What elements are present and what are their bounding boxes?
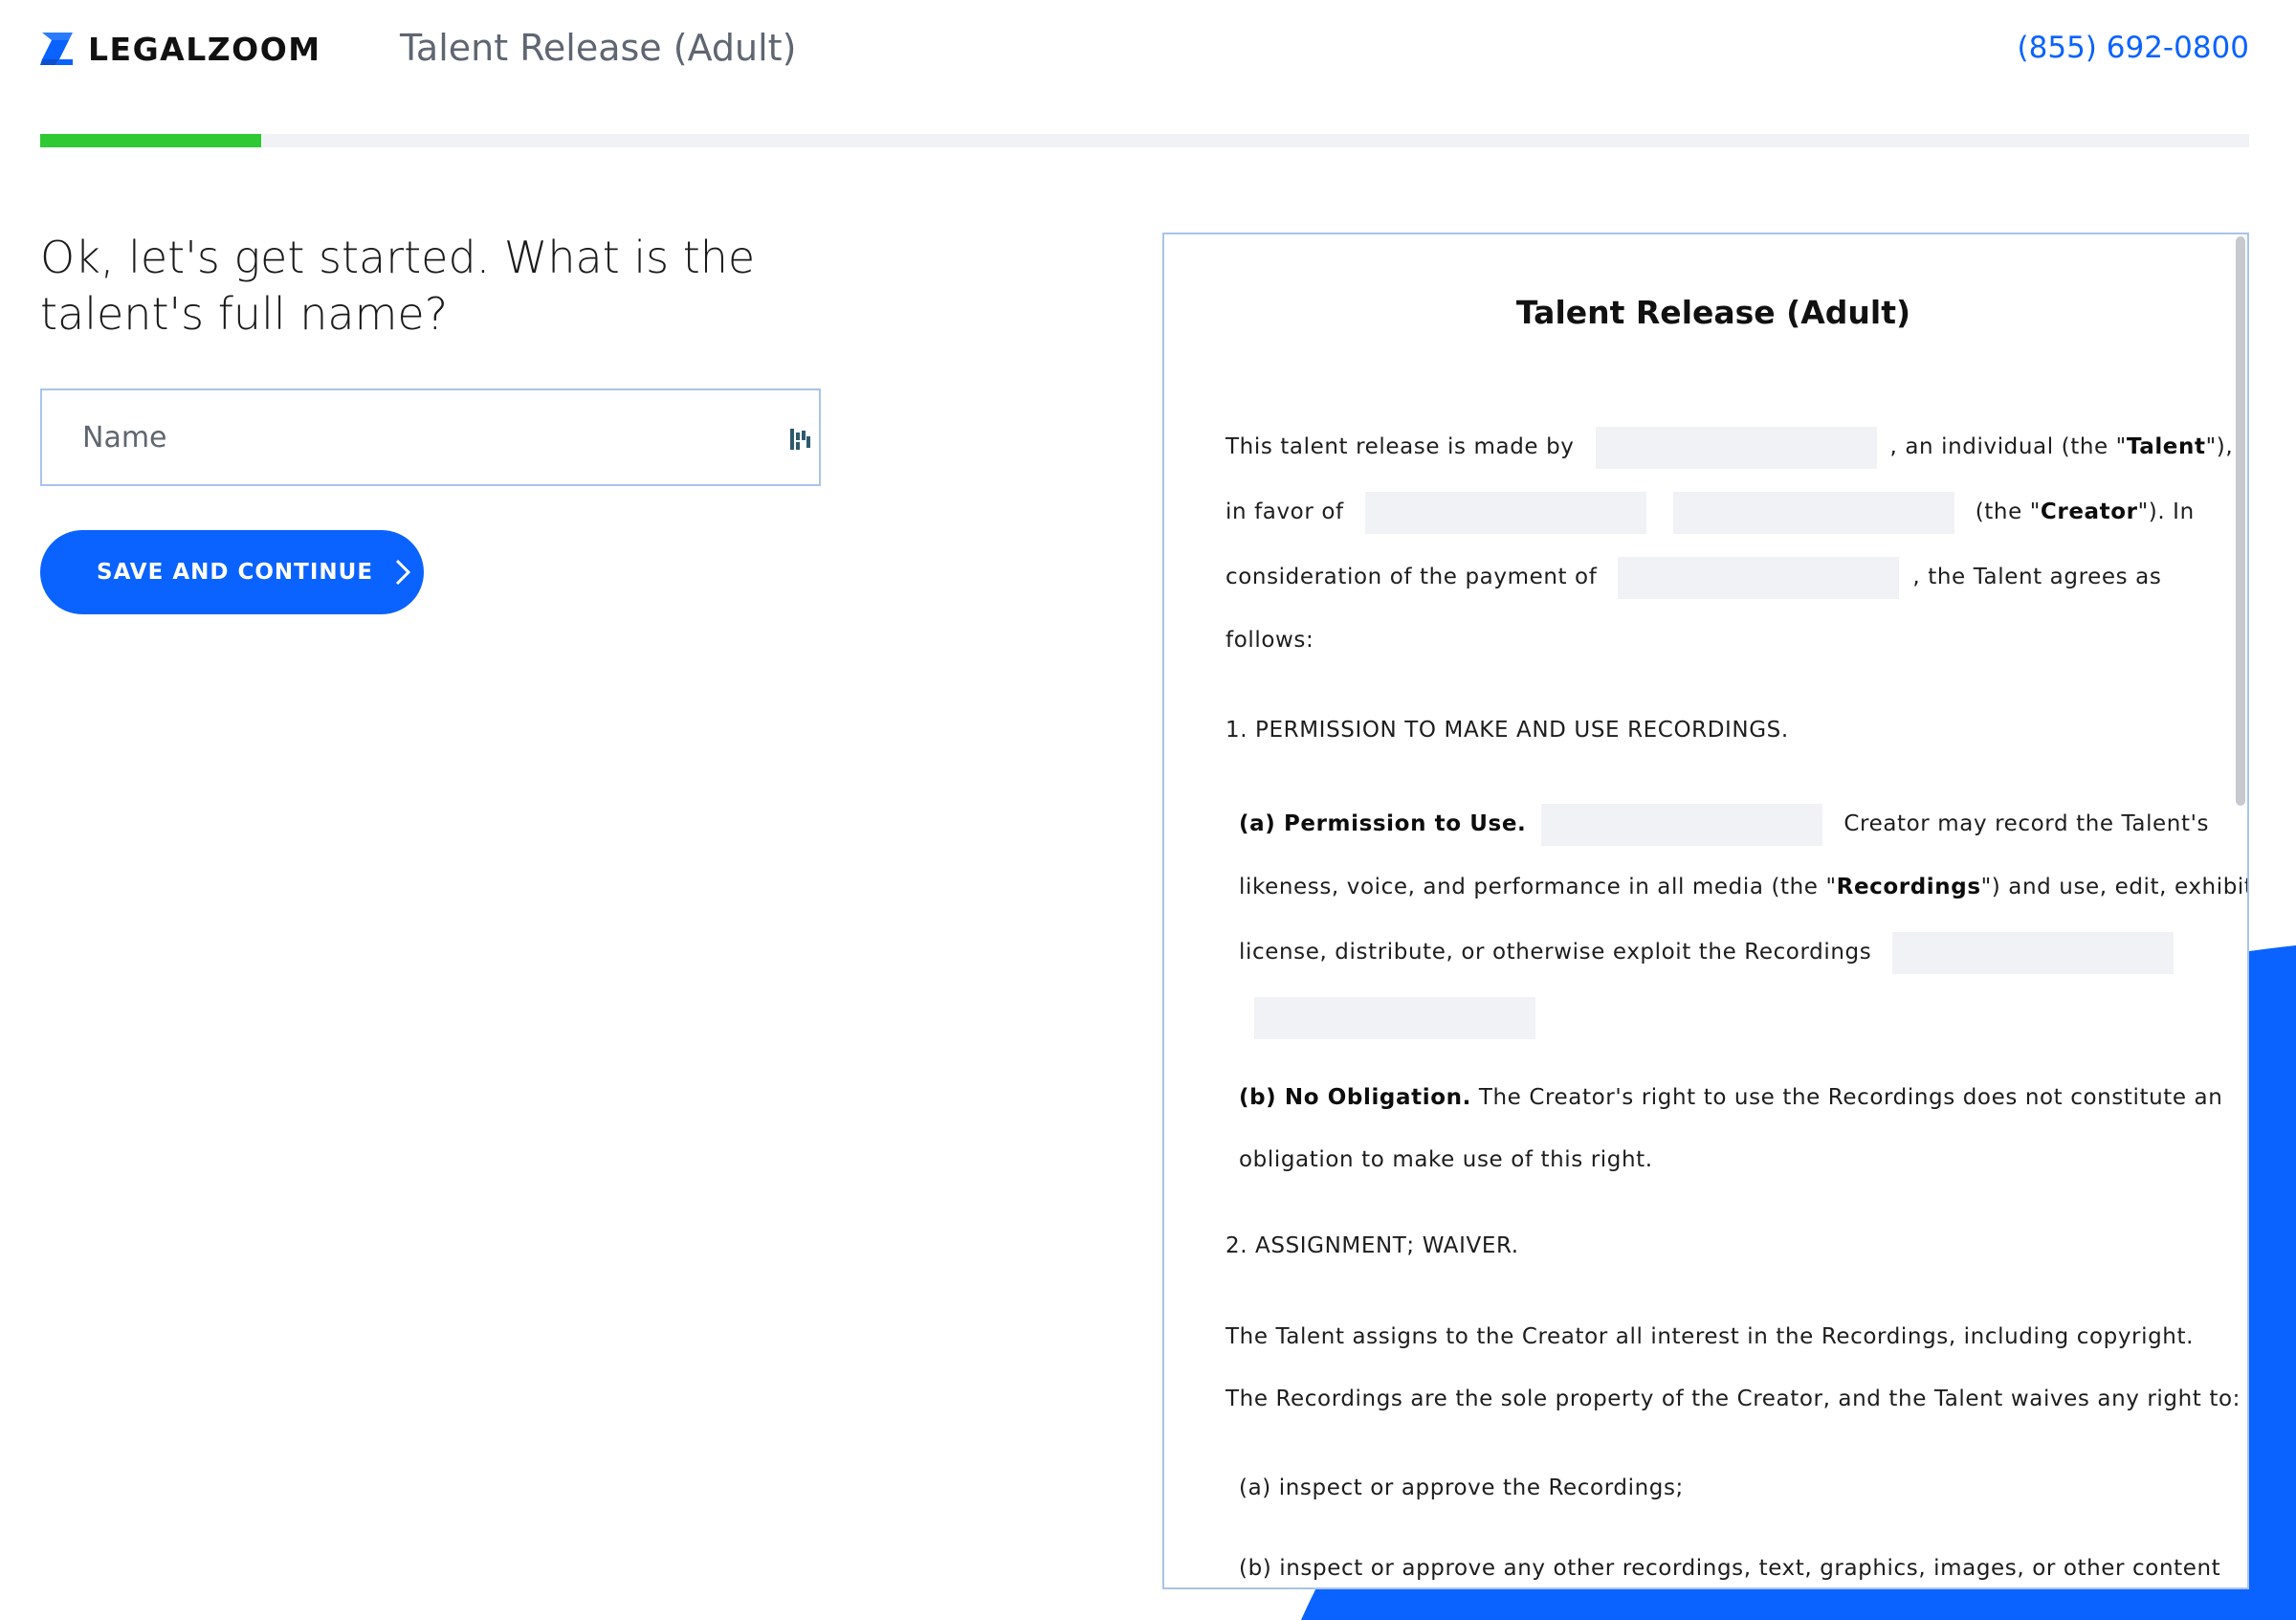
- logo[interactable]: LEGALZOOM: [40, 29, 321, 69]
- section2a: (a) inspect or approve the Recordings;: [1239, 1476, 1684, 1500]
- term-recordings: Recordings: [1836, 875, 1981, 899]
- text: , an individual (the ": [1889, 434, 2127, 459]
- section1a-line2: likeness, voice, and performance in all …: [1239, 866, 2249, 908]
- phone-link[interactable]: (855) 692-0800: [2018, 31, 2249, 65]
- section1a-line1: (a) Permission to Use. Creator may record…: [1239, 803, 2210, 846]
- blank-creator-name[interactable]: [1364, 491, 1646, 534]
- blank-creator-address[interactable]: [1672, 491, 1954, 534]
- section1b-line2: obligation to make use of this right.: [1239, 1147, 1653, 1172]
- page: LEGALZOOM Talent Release (Adult) (855) 6…: [0, 0, 2296, 1620]
- para1-line4: follows:: [1225, 628, 1314, 653]
- text: (the ": [1975, 499, 2041, 524]
- save-and-continue-button[interactable]: SAVE AND CONTINUE: [40, 530, 424, 614]
- document-preview[interactable]: Talent Release (Adult) This talent relea…: [1162, 233, 2249, 1589]
- term-talent: Talent: [2126, 434, 2206, 459]
- section2-line1: The Talent assigns to the Creator all in…: [1225, 1324, 2195, 1349]
- section2b: (b) inspect or approve any other recordi…: [1239, 1556, 2221, 1581]
- text: consideration of the payment of: [1225, 565, 1598, 589]
- progress-bar: [40, 134, 2249, 147]
- blank-payment[interactable]: [1618, 556, 1900, 599]
- section1b-line1: (b) No Obligation. The Creator's right t…: [1239, 1076, 2222, 1119]
- section1a-line4: [1254, 996, 1535, 1039]
- blank-recordings-use[interactable]: [1892, 931, 2175, 974]
- progress-fill: [40, 134, 261, 147]
- name-field-wrapper: [40, 388, 821, 486]
- preview-scrollbar[interactable]: [2236, 236, 2245, 806]
- text: Creator may record the Talent's: [1843, 811, 2210, 836]
- text: This talent release is made by: [1225, 434, 1575, 459]
- preview-title: Talent Release (Adult): [1515, 294, 1911, 331]
- section1a-label: (a) Permission to Use.: [1239, 811, 1527, 836]
- section1a-line3: license, distribute, or otherwise exploi…: [1239, 931, 2175, 974]
- blank-permission-scope[interactable]: [1541, 803, 1823, 846]
- section2-line2: The Recordings are the sole property of …: [1225, 1387, 2241, 1411]
- header: LEGALZOOM Talent Release (Adult) (855) 6…: [0, 0, 2296, 105]
- text: license, distribute, or otherwise exploi…: [1239, 940, 1872, 965]
- para1-line3: consideration of the payment of , the Tal…: [1225, 556, 2162, 599]
- password-manager-icon[interactable]: [788, 427, 811, 452]
- section1b-label: (b) No Obligation.: [1239, 1085, 1471, 1110]
- para1-line1: This talent release is made by , an indiv…: [1225, 426, 2234, 469]
- question-prompt: Ok, let's get started. What is the talen…: [40, 232, 756, 340]
- blank-recordings-use-2[interactable]: [1254, 996, 1535, 1039]
- text: in favor of: [1225, 499, 1344, 524]
- term-creator: Creator: [2040, 499, 2138, 524]
- legalzoom-z-icon: [40, 33, 73, 65]
- text: , the Talent agrees as: [1912, 565, 2162, 589]
- name-input[interactable]: [42, 390, 819, 484]
- section2-heading: 2. ASSIGNMENT; WAIVER.: [1225, 1233, 1519, 1258]
- blank-talent-name[interactable]: [1595, 426, 1877, 469]
- para1-line2: in favor of (the "Creator"). In: [1225, 491, 2195, 534]
- section1-heading: 1. PERMISSION TO MAKE AND USE RECORDINGS…: [1225, 718, 1789, 743]
- text: ") and use, edit, exhibit,: [1980, 875, 2249, 899]
- text: likeness, voice, and performance in all …: [1239, 875, 1837, 899]
- logo-text: LEGALZOOM: [88, 30, 321, 68]
- save-button-label: SAVE AND CONTINUE: [97, 560, 374, 585]
- document-name: Talent Release (Adult): [400, 27, 797, 69]
- text: "). In: [2137, 499, 2195, 524]
- text: The Creator's right to use the Recording…: [1478, 1085, 2223, 1110]
- chevron-right-icon: [395, 559, 411, 586]
- text: "),: [2205, 434, 2234, 459]
